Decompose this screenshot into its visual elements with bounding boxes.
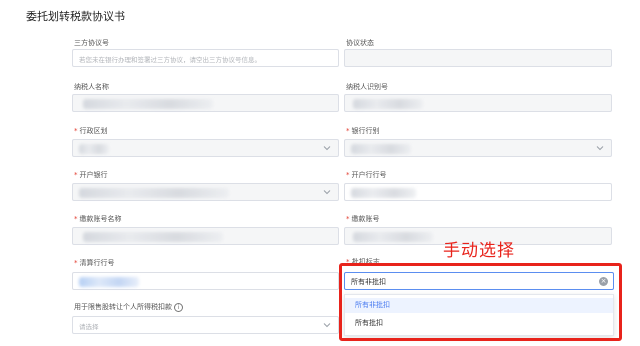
agreement-status-field: [344, 49, 612, 67]
redacted-value: [79, 144, 109, 154]
taxpayer-id-label: 纳税人识别号: [346, 83, 388, 91]
redacted-value: [83, 232, 223, 242]
chevron-down-icon: [323, 146, 331, 151]
open-bank-no-label: * 开户行行号: [346, 171, 387, 179]
chevron-down-icon: [323, 190, 331, 195]
tripartite-no-input[interactable]: 若您未在银行办理和签署过三方协议，请空出三方协议号信息。: [72, 49, 339, 67]
chevron-down-icon: [323, 323, 331, 328]
redacted-value: [351, 188, 416, 198]
clearing-bank-no-label: * 清算行行号: [74, 259, 115, 267]
agreement-status-label: 协议状态: [346, 39, 374, 47]
redacted-value: [79, 277, 139, 287]
restricted-share-placeholder: 请选择: [79, 323, 99, 331]
taxpayer-name-label: 纳税人名称: [74, 83, 109, 91]
taxpayer-id-field: [344, 94, 612, 112]
payer-account-name-label: * 缴款账号名称: [74, 215, 122, 223]
redacted-value: [351, 144, 411, 154]
highlight-box: [339, 263, 622, 341]
restricted-share-select[interactable]: 请选择: [72, 316, 339, 334]
restricted-share-label: 用于限售股转让个人所得税扣款 i: [74, 302, 183, 312]
bank-type-select[interactable]: [344, 139, 612, 157]
admin-region-label: * 行政区划: [74, 127, 108, 135]
admin-region-select[interactable]: [72, 139, 339, 157]
open-bank-select[interactable]: [72, 183, 339, 201]
redacted-value: [353, 99, 423, 109]
open-bank-no-input[interactable]: [344, 183, 612, 201]
open-bank-label: * 开户银行: [74, 171, 108, 179]
redacted-value: [353, 232, 433, 242]
tripartite-no-label: 三方协议号: [74, 39, 109, 47]
taxpayer-name-field: [72, 94, 339, 112]
page-title: 委托划转税款协议书: [26, 10, 125, 23]
chevron-down-icon: [596, 146, 604, 151]
annotation-text: 手动选择: [443, 241, 515, 261]
info-icon[interactable]: i: [174, 302, 183, 312]
payer-account-no-label: * 缴款账号: [346, 215, 380, 223]
redacted-value: [83, 99, 213, 109]
tripartite-no-placeholder: 若您未在银行办理和签署过三方协议，请空出三方协议号信息。: [79, 56, 261, 64]
redacted-value: [79, 188, 229, 198]
clearing-bank-no-input[interactable]: [72, 272, 339, 290]
payer-account-name-field: [72, 227, 339, 245]
bank-type-label: * 银行行别: [346, 127, 380, 135]
